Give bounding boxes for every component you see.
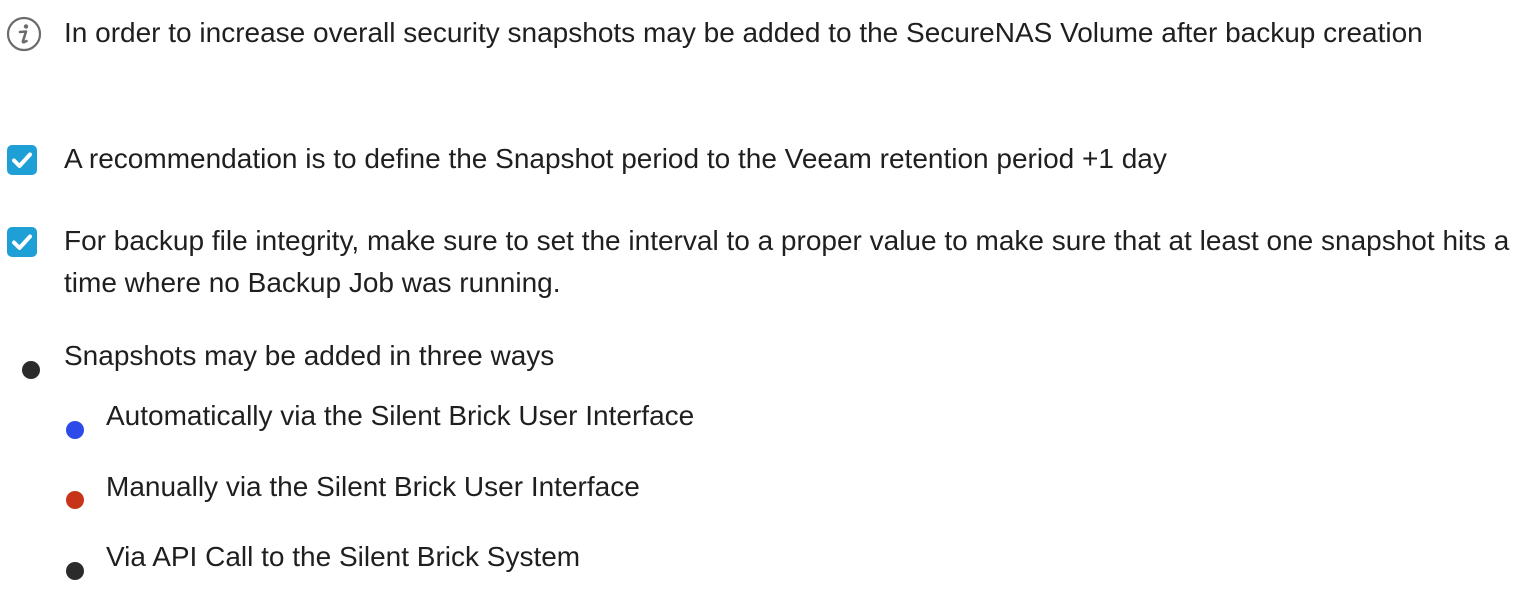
bullet-item-text: Snapshots may be added in three ways — [64, 340, 555, 371]
info-note-text: In order to increase overall security sn… — [64, 17, 1423, 48]
bullet-icon — [22, 361, 40, 379]
sub-bullet-icon — [66, 491, 84, 509]
checkbox-checked-icon — [7, 145, 37, 175]
sub-bullet-item-text: Via API Call to the Silent Brick System — [106, 541, 581, 572]
sub-bullet-icon — [66, 421, 84, 439]
document-page: In order to increase overall security sn… — [0, 0, 1533, 589]
sub-bullet-item-text: Automatically via the Silent Brick User … — [106, 400, 695, 431]
checklist-item-text: For backup file integrity, make sure to … — [64, 225, 1510, 298]
checkbox-checked-icon — [7, 227, 37, 257]
checklist-item-text: A recommendation is to define the Snapsh… — [64, 143, 1167, 174]
sub-bullet-icon — [66, 562, 84, 580]
sub-bullet-item-text: Manually via the Silent Brick User Inter… — [106, 471, 640, 502]
info-icon — [6, 16, 42, 52]
